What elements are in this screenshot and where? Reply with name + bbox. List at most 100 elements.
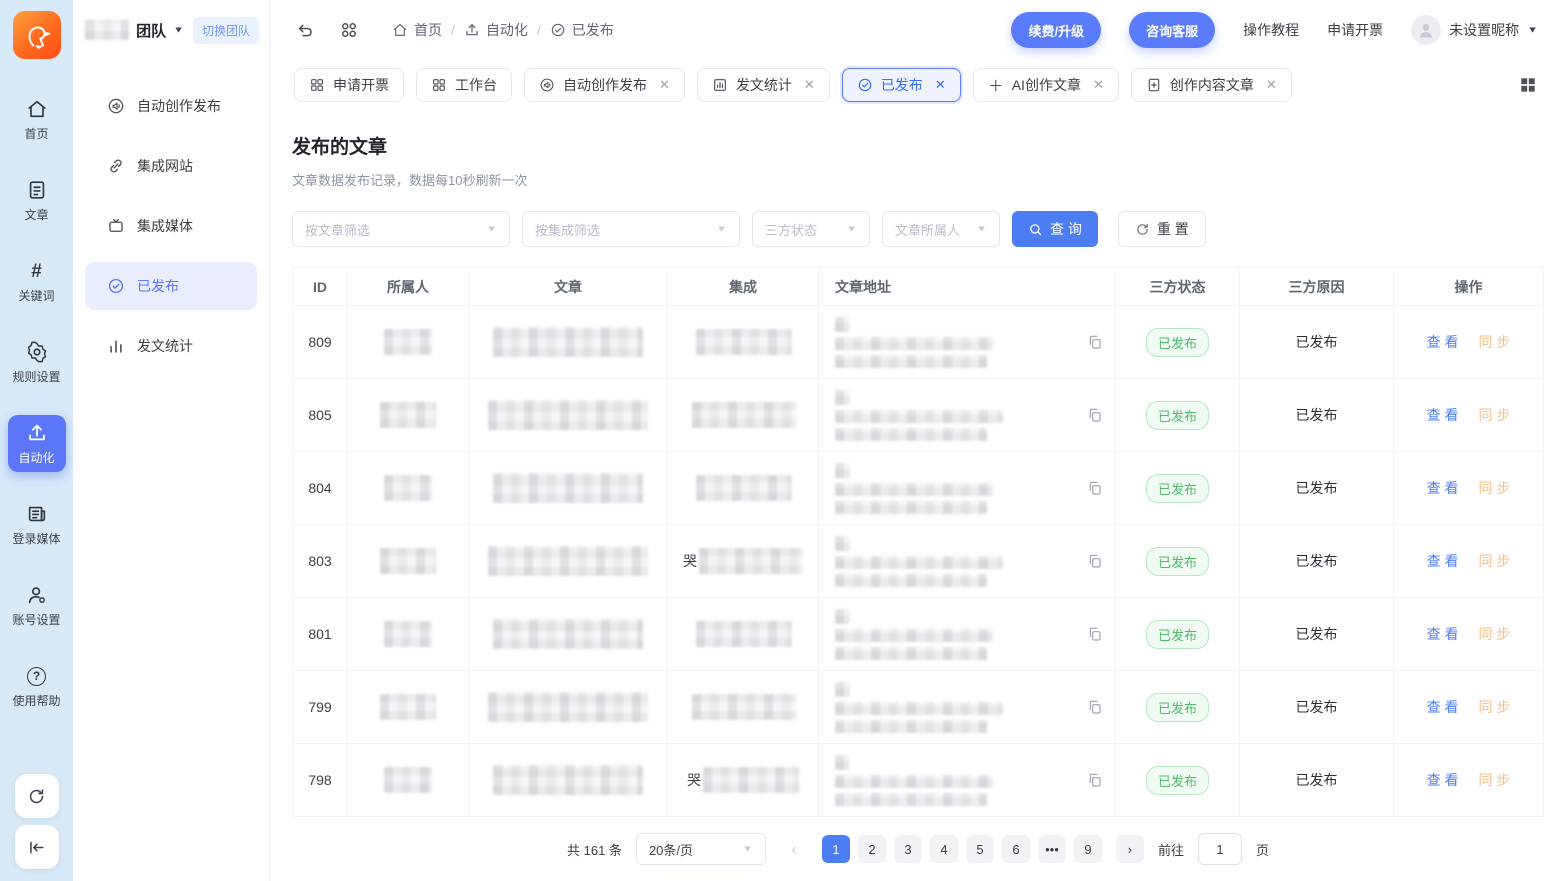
- tab-ai-article[interactable]: ＋ AI创作文章 ✕: [973, 68, 1119, 102]
- sidebar-item-integrated-media[interactable]: 集成媒体: [85, 202, 257, 250]
- invoice-link[interactable]: 申请开票: [1327, 20, 1383, 40]
- content: 发布的文章 文章数据发布记录，数据每10秒刷新一次 按文章筛选 ▼ 按集成筛选 …: [270, 110, 1564, 881]
- duck-logo-icon: [19, 17, 55, 53]
- sync-link[interactable]: 同 步: [1479, 624, 1511, 644]
- breadcrumb-automation[interactable]: 自动化: [464, 20, 528, 40]
- switch-team-button[interactable]: 切换团队: [193, 17, 259, 44]
- copy-icon[interactable]: [1087, 407, 1103, 423]
- rail-item-label: 关键词: [18, 287, 54, 304]
- view-link[interactable]: 查 看: [1427, 551, 1459, 571]
- integration-redacted: [696, 621, 792, 647]
- view-link[interactable]: 查 看: [1427, 770, 1459, 790]
- refresh-icon: [1135, 222, 1150, 237]
- goto-page-input[interactable]: [1198, 833, 1242, 865]
- tab-content-article[interactable]: 创作内容文章 ✕: [1131, 68, 1292, 102]
- tab-auto-publish[interactable]: 自动创作发布 ✕: [524, 68, 685, 102]
- page-button[interactable]: 1: [822, 835, 850, 863]
- rail-item-help[interactable]: ? 使用帮助: [8, 658, 66, 715]
- reset-button[interactable]: 重 置: [1118, 211, 1206, 247]
- tab-workbench[interactable]: 工作台: [416, 68, 512, 102]
- user-nickname: 未设置昵称: [1449, 20, 1519, 40]
- rail-item-keywords[interactable]: # 关键词: [8, 253, 66, 310]
- sidebar-item-post-stats[interactable]: 发文统计: [85, 322, 257, 370]
- home-icon: [392, 22, 408, 38]
- cell-actions: 查 看 同 步: [1394, 744, 1543, 816]
- select-placeholder: 文章所属人: [895, 220, 966, 239]
- rail-item-automation[interactable]: 自动化: [8, 415, 66, 472]
- close-icon[interactable]: ✕: [1266, 77, 1277, 93]
- copy-icon[interactable]: [1087, 772, 1103, 788]
- next-page-button[interactable]: ›: [1116, 835, 1144, 863]
- page-button[interactable]: 9: [1074, 835, 1102, 863]
- layout-grid-button[interactable]: [1518, 75, 1538, 95]
- page-size-select[interactable]: 20条/页 ▼: [636, 833, 766, 865]
- chevron-down-icon: ▼: [742, 844, 753, 854]
- sidebar-item-integrated-sites[interactable]: 集成网站: [85, 142, 257, 190]
- tutorial-link[interactable]: 操作教程: [1243, 20, 1299, 40]
- filter-owner-select[interactable]: 文章所属人 ▼: [882, 211, 1000, 247]
- breadcrumb-published[interactable]: 已发布: [550, 20, 614, 40]
- view-link[interactable]: 查 看: [1427, 332, 1459, 352]
- page-button[interactable]: 3: [894, 835, 922, 863]
- tab-label: 自动创作发布: [563, 75, 647, 95]
- copy-icon[interactable]: [1087, 480, 1103, 496]
- cell-owner: [348, 306, 469, 378]
- table-row: 805: [293, 379, 1543, 452]
- app-logo[interactable]: [13, 11, 61, 59]
- rail-item-home[interactable]: 首页: [8, 91, 66, 148]
- chevron-down-icon: ▼: [1527, 25, 1538, 35]
- copy-icon[interactable]: [1087, 626, 1103, 642]
- copy-icon[interactable]: [1087, 553, 1103, 569]
- filter-status-select[interactable]: 三方状态 ▼: [752, 211, 870, 247]
- close-icon[interactable]: ✕: [1093, 77, 1104, 93]
- customer-service-button[interactable]: 咨询客服: [1129, 12, 1215, 48]
- user-menu[interactable]: 未设置昵称 ▼: [1411, 15, 1538, 45]
- search-button[interactable]: 查 询: [1012, 211, 1098, 247]
- page-subtitle: 文章数据发布记录，数据每10秒刷新一次: [292, 170, 1544, 189]
- view-link[interactable]: 查 看: [1427, 697, 1459, 717]
- page-button[interactable]: 5: [966, 835, 994, 863]
- back-button[interactable]: [294, 19, 316, 41]
- close-icon[interactable]: ✕: [659, 77, 670, 93]
- collapse-sidebar-button[interactable]: [15, 825, 59, 869]
- sync-link[interactable]: 同 步: [1479, 697, 1511, 717]
- view-link[interactable]: 查 看: [1427, 624, 1459, 644]
- page-button[interactable]: 6: [1002, 835, 1030, 863]
- filter-integration-select[interactable]: 按集成筛选 ▼: [522, 211, 740, 247]
- sync-link[interactable]: 同 步: [1479, 478, 1511, 498]
- sidebar-item-published[interactable]: 已发布: [85, 262, 257, 310]
- filter-article-select[interactable]: 按文章筛选 ▼: [292, 211, 510, 247]
- close-icon[interactable]: ✕: [935, 77, 946, 93]
- tab-published[interactable]: 已发布 ✕: [842, 68, 961, 102]
- breadcrumb-home[interactable]: 首页: [392, 20, 442, 40]
- prev-page-button[interactable]: ‹: [780, 835, 808, 863]
- team-switcher[interactable]: 团队 ▼ 切换团队: [73, 0, 269, 60]
- cell-integration: [668, 452, 819, 524]
- rail-item-articles[interactable]: 文章: [8, 172, 66, 229]
- address-redacted: [835, 463, 993, 514]
- renew-upgrade-button[interactable]: 续费/升级: [1011, 12, 1101, 48]
- apps-grid-button[interactable]: [338, 19, 360, 41]
- cell-reason: 已发布: [1240, 598, 1394, 670]
- sync-link[interactable]: 同 步: [1479, 770, 1511, 790]
- close-icon[interactable]: ✕: [804, 77, 815, 93]
- page-button[interactable]: •••: [1038, 835, 1066, 863]
- view-link[interactable]: 查 看: [1427, 478, 1459, 498]
- pagination: 共 161 条 20条/页 ▼ ‹ 1 2 3 4: [292, 833, 1544, 881]
- tab-invoice[interactable]: 申请开票: [294, 68, 404, 102]
- copy-icon[interactable]: [1087, 334, 1103, 350]
- sync-link[interactable]: 同 步: [1479, 405, 1511, 425]
- rail-item-login-media[interactable]: 登录媒体: [8, 496, 66, 553]
- sync-link[interactable]: 同 步: [1479, 551, 1511, 571]
- page-button[interactable]: 4: [930, 835, 958, 863]
- breadcrumb-label: 首页: [414, 20, 442, 40]
- page-button[interactable]: 2: [858, 835, 886, 863]
- copy-icon[interactable]: [1087, 699, 1103, 715]
- tab-post-stats[interactable]: 发文统计 ✕: [697, 68, 830, 102]
- rail-item-account[interactable]: 账号设置: [8, 577, 66, 634]
- rail-item-rules[interactable]: 规则设置: [8, 334, 66, 391]
- sidebar-item-auto-publish[interactable]: 自动创作发布: [85, 82, 257, 130]
- view-link[interactable]: 查 看: [1427, 405, 1459, 425]
- sync-link[interactable]: 同 步: [1479, 332, 1511, 352]
- refresh-button[interactable]: [15, 774, 59, 818]
